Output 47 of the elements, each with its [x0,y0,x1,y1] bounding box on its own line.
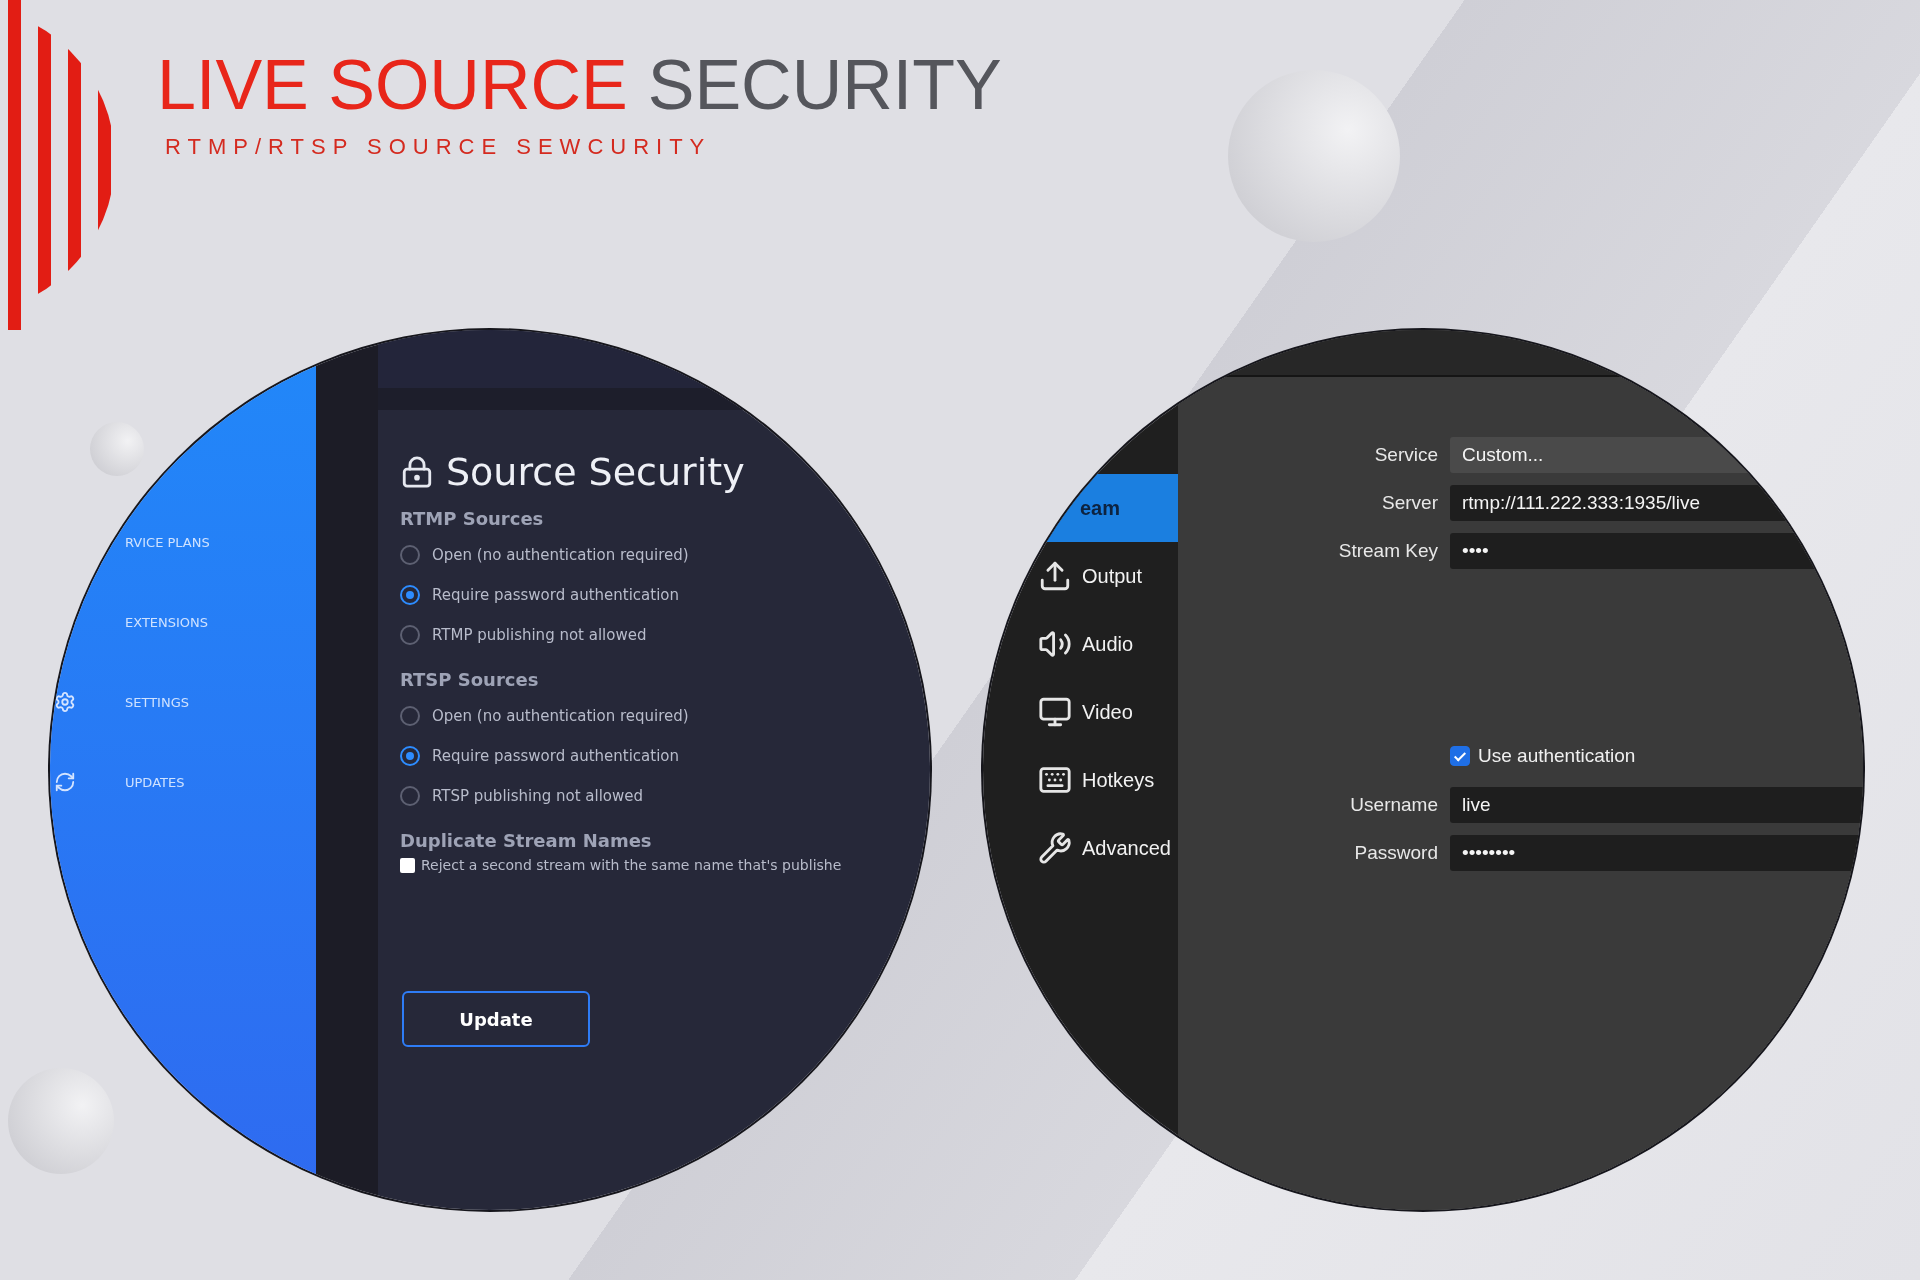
category-label: Advanced [1082,836,1171,860]
panel-title: Source Security [446,450,745,494]
section-heading: RTMP Sources [400,508,545,529]
settings-category[interactable]: Output [983,542,1178,610]
checkbox-label: Reject a second stream with the same name that's publishe [421,857,842,873]
radio-label: Open (no authentication required) [432,546,689,564]
settings-category[interactable]: Audio [983,610,1178,678]
input-field[interactable]: live [1450,787,1863,823]
brand-tagline: RTMP/RTSP SOURCE SEWCURITY [164,134,713,160]
radio-button[interactable] [400,545,420,565]
radio-button[interactable] [400,746,420,766]
update-button[interactable]: Update [402,991,590,1047]
field-label: Username [1349,794,1438,816]
settings-category[interactable]: Hotkeys [983,746,1178,814]
radio-button[interactable] [400,625,420,645]
refresh-icon[interactable] [54,771,76,793]
brand-title-accent: LIVE SOURCE [157,50,628,120]
radio-label: Require password authentication [432,747,680,765]
radio-label: RTSP publishing not allowed [432,787,644,805]
settings-category[interactable]: Advanced [983,814,1178,882]
brand-title: SECURITY [647,50,1002,120]
field-label: Stream Key [1337,540,1438,562]
settings-icon[interactable] [54,691,76,713]
radio-button[interactable] [400,585,420,605]
checkbox[interactable] [400,857,415,873]
category-label: Video [1082,700,1133,724]
radio-button[interactable] [400,786,420,806]
checkbox[interactable] [1450,746,1470,766]
monitor-icon [1038,695,1072,729]
radio-button[interactable] [400,706,420,726]
checkbox-label: Use authentication [1478,745,1636,767]
wrench-icon [1038,831,1072,865]
radio-label: Require password authentication [432,586,680,604]
field-label: Password [1353,842,1438,864]
category-label: Hotkeys [1082,768,1155,792]
section-heading: Duplicate Stream Names [400,830,653,851]
field-label: Service [1373,444,1438,466]
radio-label: RTMP publishing not allowed [432,626,647,644]
upload-icon [1038,559,1072,593]
field-label: Server [1381,492,1438,514]
category-label: eam [1080,496,1121,520]
category-label: Audio [1082,632,1134,656]
lock-icon [400,455,434,489]
settings-category[interactable]: Video [983,678,1178,746]
category-label: Output [1082,564,1143,588]
section-heading: RTSP Sources [400,669,540,690]
radio-label: Open (no authentication required) [432,707,689,725]
